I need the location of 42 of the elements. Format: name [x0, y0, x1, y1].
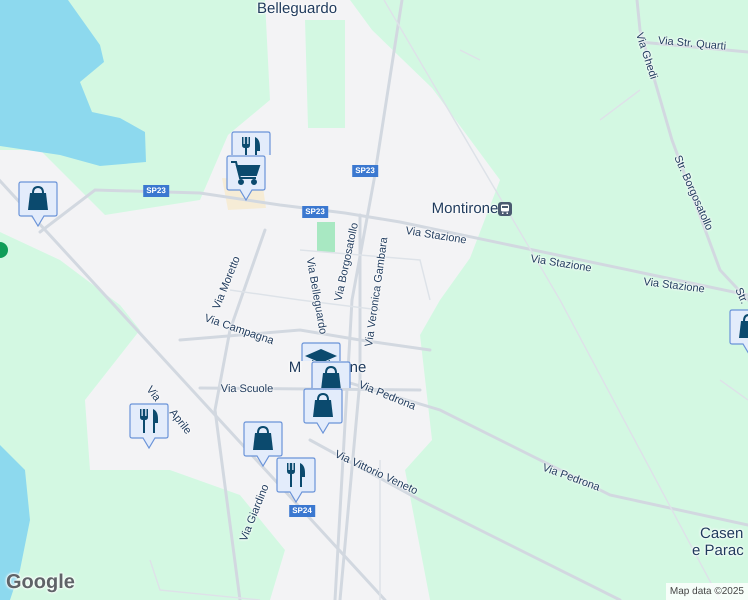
street-label: Via Scuole	[220, 382, 274, 397]
shopping-bag-icon	[253, 426, 273, 450]
shopping-bag-icon	[28, 186, 48, 210]
restaurant-marker[interactable]	[231, 131, 271, 155]
map-attribution: Map data ©2025	[666, 583, 748, 600]
shopping-marker[interactable]	[18, 181, 58, 227]
place-label: M	[288, 358, 302, 378]
graduation-cap-icon	[305, 349, 337, 361]
shopping-bag-icon	[739, 314, 748, 338]
road-shield: SP24	[289, 505, 315, 517]
street-label: Via Veronica Gambara	[362, 236, 392, 348]
train-icon	[498, 202, 512, 216]
street-label: Via Ghedi	[632, 30, 660, 82]
street-label: Via Str. Quarti	[658, 34, 727, 53]
shopping-cart-marker[interactable]	[226, 155, 266, 201]
shopping-bag-icon	[313, 393, 333, 417]
shopping-cart-icon	[231, 161, 260, 185]
restaurant-marker[interactable]	[129, 403, 169, 449]
street-label: Via Stazione	[642, 275, 706, 298]
place-label: Belleguardo	[256, 0, 338, 19]
place-label: e Parac	[692, 541, 744, 561]
shopping-bag-icon	[321, 366, 341, 388]
road-shield: SP23	[143, 185, 169, 197]
sports-field	[317, 222, 335, 252]
map-logo: Google	[6, 570, 75, 595]
street-label: Via Belleguardo	[302, 256, 330, 336]
road-shield: SP23	[352, 165, 378, 177]
street-label: Via Stazione	[529, 252, 593, 276]
fork-knife-icon	[140, 409, 158, 433]
street-label: Via Stazione	[404, 224, 468, 248]
shopping-marker[interactable]	[303, 388, 343, 434]
place-label: Casen	[700, 524, 744, 544]
school-marker[interactable]	[301, 342, 341, 361]
street-label: Str.	[731, 285, 748, 307]
place-label: ne	[350, 358, 366, 378]
place-label: Montirone	[432, 198, 498, 219]
fork-knife-icon	[242, 137, 260, 155]
shopping-marker[interactable]	[243, 421, 283, 467]
road-shield: SP23	[302, 206, 328, 218]
fork-knife-icon	[287, 463, 305, 487]
street-label: Via	[142, 382, 164, 406]
restaurant-marker[interactable]	[276, 457, 316, 503]
